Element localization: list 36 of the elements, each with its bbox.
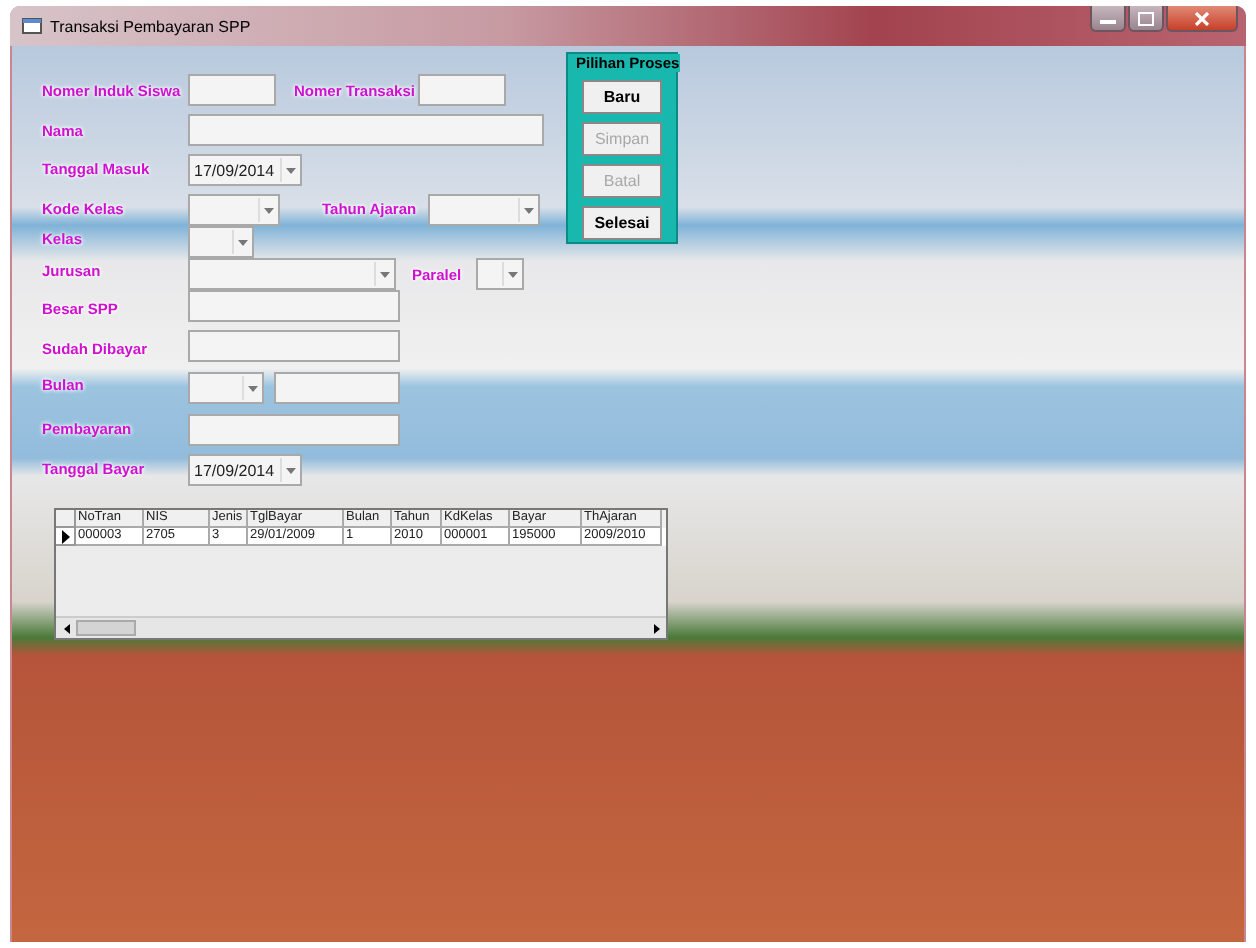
dropdown-arrow-icon bbox=[280, 158, 300, 182]
text-field[interactable] bbox=[188, 414, 400, 446]
dropdown-arrow-icon bbox=[502, 262, 522, 286]
date-picker[interactable]: 17/09/2014 bbox=[188, 154, 302, 186]
row-indicator[interactable] bbox=[56, 528, 76, 546]
process-button[interactable]: Baru bbox=[582, 80, 662, 114]
maximize-button[interactable] bbox=[1128, 6, 1164, 32]
text-field[interactable] bbox=[188, 114, 544, 146]
dropdown-arrow-icon bbox=[374, 262, 394, 286]
row-pointer-icon bbox=[61, 529, 69, 543]
dropdown[interactable] bbox=[188, 372, 264, 404]
text-field[interactable] bbox=[274, 372, 400, 404]
text-field[interactable] bbox=[418, 74, 506, 106]
dropdown-arrow-icon bbox=[518, 198, 538, 222]
dropdown-arrow-icon bbox=[232, 230, 252, 254]
close-icon bbox=[1194, 11, 1210, 25]
dropdown[interactable] bbox=[188, 258, 396, 290]
text-field[interactable] bbox=[188, 330, 400, 362]
dropdown[interactable] bbox=[428, 194, 540, 226]
close-button[interactable] bbox=[1166, 6, 1238, 32]
maximize-icon bbox=[1138, 11, 1154, 25]
horizontal-scrollbar[interactable] bbox=[56, 616, 666, 638]
dropdown[interactable] bbox=[188, 226, 254, 258]
minimize-button[interactable] bbox=[1090, 6, 1126, 32]
window-title: Transaksi Pembayaran SPP bbox=[50, 17, 251, 35]
text-field[interactable] bbox=[188, 74, 276, 106]
process-button[interactable]: Selesai bbox=[582, 206, 662, 240]
dropdown-arrow-icon bbox=[280, 458, 300, 482]
window-icon bbox=[22, 16, 42, 36]
scroll-thumb[interactable] bbox=[76, 620, 136, 636]
dropdown-arrow-icon bbox=[242, 376, 262, 400]
dropdown[interactable] bbox=[476, 258, 524, 290]
dropdown[interactable] bbox=[188, 194, 280, 226]
date-picker[interactable]: 17/09/2014 bbox=[188, 454, 302, 486]
text-field[interactable] bbox=[188, 290, 400, 322]
dropdown-arrow-icon bbox=[258, 198, 278, 222]
